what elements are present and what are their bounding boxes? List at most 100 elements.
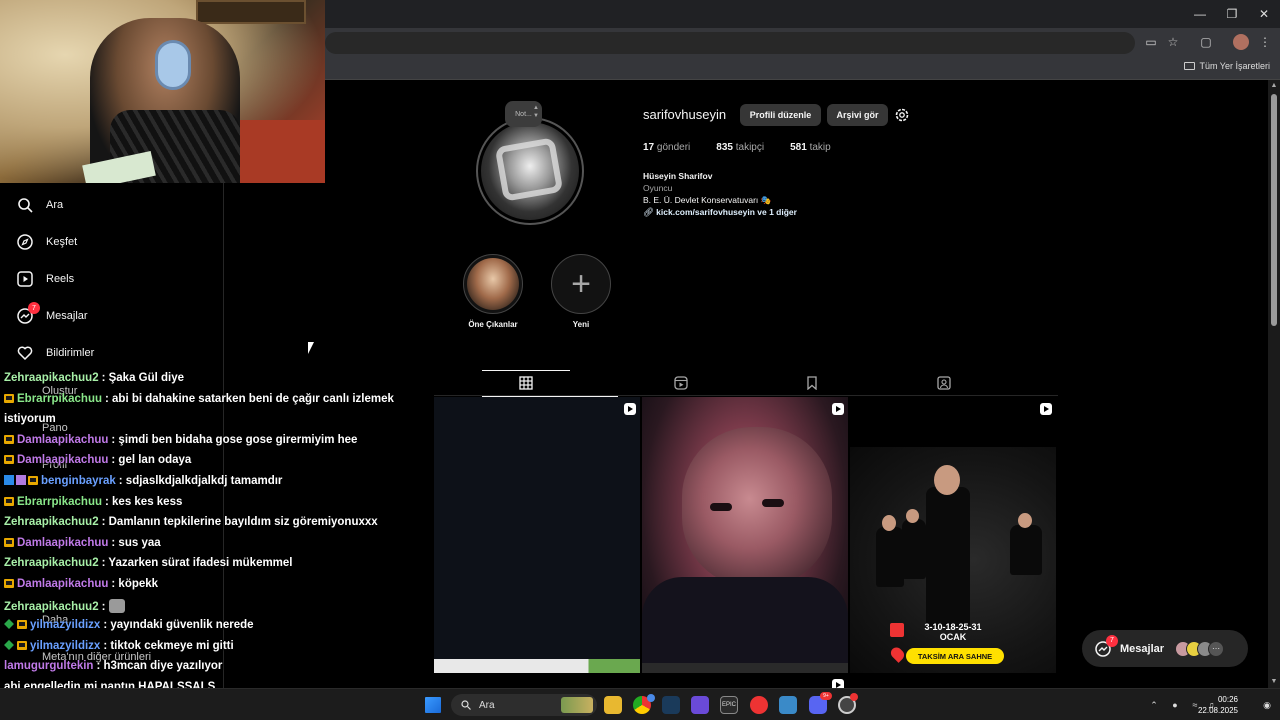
chat-username[interactable]: yilmazyildizx [30, 619, 100, 631]
window-controls: — ❐ ✕ [1184, 0, 1280, 28]
bio-link[interactable]: kick.com/sarifovhuseyin ve 1 diğer [656, 207, 797, 217]
chat-message: Ebrarrpikachuu: abi bi dahakine satarken… [4, 393, 394, 405]
microphone-icon[interactable]: ● [1170, 700, 1180, 710]
sidebar-item-notifications[interactable]: Bildirimler [0, 335, 224, 371]
messages-pill[interactable]: 7 Mesajlar ⋯ [1082, 630, 1248, 667]
sidebar-item-search[interactable]: Ara [0, 187, 224, 223]
chat-message: Zehraapikachuu2: [4, 598, 126, 613]
chat-text: : Şaka Gül diye [101, 372, 185, 384]
post-thumbnail-3[interactable]: 3-10-18-25-31 OCAK TAKSİM ARA SAHNE [850, 397, 1056, 673]
chat-username[interactable]: Damlaapikachuu [17, 434, 108, 446]
folder-icon [1184, 62, 1196, 70]
scroll-up-icon[interactable]: ▲ [1270, 82, 1278, 90]
stream-chat-overlay: Zehraapikachuu2: Şaka Gül diye Ebrarrpika… [0, 370, 400, 693]
highlight-new[interactable]: + Yeni [551, 254, 611, 329]
highlight-featured[interactable]: Öne Çıkanlar [463, 254, 523, 329]
tab-reels[interactable] [637, 370, 725, 395]
chat-message: istiyorum [4, 413, 56, 425]
post-thumbnail-2[interactable] [642, 397, 848, 673]
extensions-icon[interactable]: ▢ [1198, 34, 1214, 50]
grid-icon [519, 376, 533, 390]
taskbar-search[interactable]: Ara [451, 694, 597, 716]
sidebar-item-messages[interactable]: 7 Mesajlar [0, 298, 224, 334]
tab-posts[interactable] [482, 370, 618, 397]
chat-message: Ebrarrpikachuu: kes kes kess [4, 496, 182, 508]
close-icon[interactable]: ✕ [1248, 0, 1280, 28]
stat-followers[interactable]: 835 takipçi [716, 142, 764, 153]
highlight-label: Öne Çıkanlar [468, 320, 518, 329]
post-thumbnail-1[interactable] [434, 397, 640, 673]
clock-time: 00:26 [1217, 695, 1238, 704]
profile-username: sarifovhuseyin [643, 107, 727, 122]
tab-saved[interactable] [768, 370, 856, 395]
chat-text: : h3mcan diye yazılıyor [96, 660, 223, 673]
restore-icon[interactable]: ❐ [1216, 0, 1248, 28]
gem-badge-icon [4, 619, 14, 630]
notification-badge [850, 693, 858, 701]
scroll-thumb[interactable] [1271, 94, 1277, 326]
page-scrollbar[interactable]: ▲ ▼ [1268, 80, 1280, 688]
epic-games-icon[interactable]: EPIC [720, 696, 738, 714]
reel-indicator-icon [832, 403, 844, 415]
chat-username[interactable]: Ebrarrpikachuu [17, 393, 102, 405]
chat-message: Zehraapikachuu2: Şaka Gül diye [4, 372, 184, 384]
sidebar-item-label: Reels [46, 273, 75, 285]
notifications-bell-icon[interactable]: ◉ [1262, 700, 1272, 710]
highlight-photo [467, 258, 519, 310]
address-bar[interactable] [325, 32, 1135, 54]
chevron-up-icon[interactable]: ⌃ [1149, 700, 1159, 710]
edit-profile-button[interactable]: Profili düzenle [740, 104, 821, 126]
messages-pill-label: Mesajlar [1120, 642, 1165, 655]
chat-username[interactable]: Zehraapikachuu2 [4, 372, 99, 384]
more-icon: ⋯ [1208, 640, 1225, 657]
screen: — ❐ ✕ ▭ ☆ ▢ ⋮ Tüm Yer İşaretleri ▲ ▼ Ara [0, 0, 1280, 720]
chat-username[interactable]: Damlaapikachuu [17, 578, 108, 590]
chat-username[interactable]: Ebrarrpikachuu [17, 496, 102, 508]
stat-following[interactable]: 581 takip [790, 142, 831, 153]
chat-username[interactable]: Zehraapikachuu2 [4, 601, 99, 613]
install-app-icon[interactable]: ▭ [1143, 34, 1159, 50]
minimize-icon[interactable]: — [1184, 0, 1216, 28]
post-event-dates: 3-10-18-25-31 OCAK [850, 622, 1056, 642]
chat-text: : köpekk [111, 578, 159, 590]
chat-username[interactable]: benginbayrak [41, 475, 116, 487]
chat-username[interactable]: Damlaapikachuu [17, 454, 108, 466]
post-image-detail [926, 487, 970, 627]
chat-username[interactable]: Zehraapikachuu2 [4, 516, 99, 528]
heart-icon [16, 344, 34, 362]
chat-username[interactable]: Zehraapikachuu2 [4, 557, 99, 569]
profile-avatar[interactable] [481, 122, 579, 220]
view-archive-button[interactable]: Arşivi gör [827, 104, 888, 126]
browser-profile-avatar[interactable] [1233, 34, 1249, 50]
posts-count: 17 [643, 142, 655, 153]
sidebar-item-explore[interactable]: Keşfet [0, 224, 224, 260]
post-image-detail [850, 397, 1056, 447]
app-icon[interactable] [779, 696, 797, 714]
all-bookmarks[interactable]: Tüm Yer İşaretleri [1184, 61, 1270, 71]
opera-icon[interactable] [750, 696, 768, 714]
menu-kebab-icon[interactable]: ⋮ [1257, 34, 1273, 50]
tab-tagged[interactable] [900, 370, 988, 395]
scroll-down-icon[interactable]: ▼ [1270, 678, 1278, 686]
star-icon[interactable]: ☆ [1165, 34, 1181, 50]
sidebar-item-reels[interactable]: Reels [0, 261, 224, 297]
settings-gear-icon[interactable] [894, 107, 910, 123]
bio-link-row[interactable]: 🔗︎ kick.com/sarifovhuseyin ve 1 diğer [643, 206, 797, 218]
recent-chat-avatars: ⋯ [1175, 640, 1225, 657]
app-icon[interactable] [691, 696, 709, 714]
chat-username[interactable]: yilmazyildizx [30, 640, 100, 652]
reels-icon [16, 270, 34, 288]
system-clock[interactable]: 00:26 22.08.2025 [1198, 694, 1238, 716]
file-explorer-icon[interactable] [604, 696, 622, 714]
note-bubble[interactable]: Not... ▲ ▼ [505, 101, 542, 127]
post-image-detail [434, 659, 640, 673]
chat-username[interactable]: lamugurgultekin [4, 660, 93, 672]
bio-line: B. E. Ü. Devlet Konservatuvarı 🎭 [643, 195, 772, 205]
windows-start-icon[interactable] [425, 697, 441, 713]
discord-badge: 9+ [820, 692, 832, 700]
post-image-detail [882, 515, 896, 531]
sort-arrows-icon: ▲ ▼ [533, 105, 539, 119]
chat-username[interactable]: Damlaapikachuu [17, 537, 108, 549]
chat-message: Damlaapikachuu: sus yaa [4, 537, 161, 549]
steam-icon[interactable] [662, 696, 680, 714]
